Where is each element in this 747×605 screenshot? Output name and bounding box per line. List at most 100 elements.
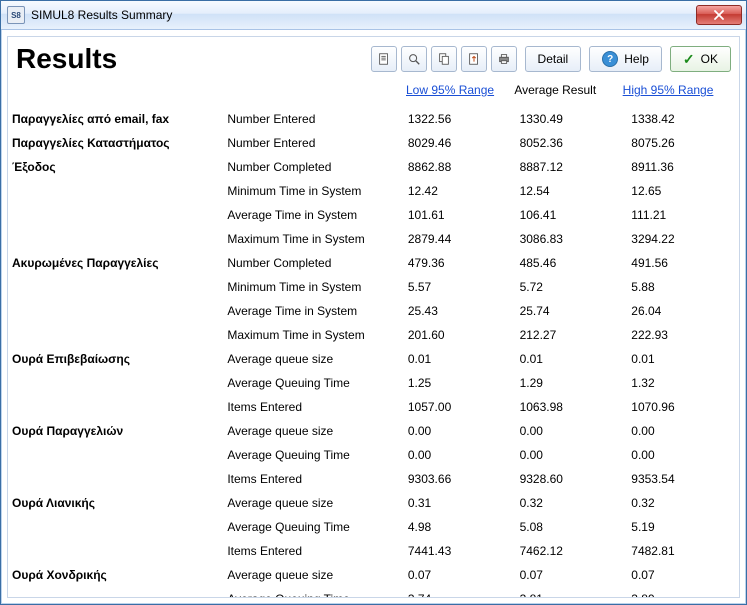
group-cell: Παραγγελίες Καταστήματος xyxy=(8,131,223,155)
low-cell: 201.60 xyxy=(404,323,516,347)
group-cell xyxy=(8,179,223,203)
metric-cell: Average queue size xyxy=(223,419,404,443)
low-cell: 8862.88 xyxy=(404,155,516,179)
avg-cell: 212.27 xyxy=(516,323,628,347)
results-scroll[interactable]: Παραγγελίες από email, faxNumber Entered… xyxy=(8,107,739,597)
group-cell xyxy=(8,539,223,563)
high-cell: 26.04 xyxy=(627,299,739,323)
avg-cell: 9328.60 xyxy=(516,467,628,491)
avg-cell: 1330.49 xyxy=(516,107,628,131)
metric-cell: Average Queuing Time xyxy=(223,515,404,539)
close-button[interactable] xyxy=(696,5,742,25)
group-cell xyxy=(8,395,223,419)
print-button[interactable] xyxy=(491,46,517,72)
table-row: Ουρά ΛιανικήςAverage queue size0.310.320… xyxy=(8,491,739,515)
high-range-link[interactable]: High 95% Range xyxy=(623,83,714,97)
group-cell: Ακυρωμένες Παραγγελίες xyxy=(8,251,223,275)
avg-cell: 5.08 xyxy=(516,515,628,539)
high-cell: 1070.96 xyxy=(627,395,739,419)
high-cell: 12.65 xyxy=(627,179,739,203)
high-cell: 8911.36 xyxy=(627,155,739,179)
table-row: Average Queuing Time1.251.291.32 xyxy=(8,371,739,395)
metric-cell: Average Queuing Time xyxy=(223,443,404,467)
group-cell: Ουρά Χονδρικής xyxy=(8,563,223,587)
table-row: Minimum Time in System12.4212.5412.65 xyxy=(8,179,739,203)
metric-cell: Maximum Time in System xyxy=(223,227,404,251)
high-cell: 5.88 xyxy=(627,275,739,299)
table-row: Average Queuing Time3.743.813.89 xyxy=(8,587,739,597)
metric-cell: Minimum Time in System xyxy=(223,179,404,203)
metric-cell: Average queue size xyxy=(223,491,404,515)
avg-result-header: Average Result xyxy=(514,83,622,97)
group-cell xyxy=(8,443,223,467)
group-cell xyxy=(8,371,223,395)
group-cell xyxy=(8,275,223,299)
table-row: Ακυρωμένες ΠαραγγελίεςNumber Completed47… xyxy=(8,251,739,275)
metric-cell: Average queue size xyxy=(223,563,404,587)
help-icon: ? xyxy=(602,51,618,67)
group-cell: Ουρά Παραγγελιών xyxy=(8,419,223,443)
high-cell: 111.21 xyxy=(627,203,739,227)
group-cell xyxy=(8,323,223,347)
low-cell: 0.00 xyxy=(404,419,516,443)
low-cell: 12.42 xyxy=(404,179,516,203)
help-button[interactable]: ? Help xyxy=(589,46,662,72)
group-cell xyxy=(8,299,223,323)
metric-cell: Average Time in System xyxy=(223,203,404,227)
high-cell: 491.56 xyxy=(627,251,739,275)
copy-icon xyxy=(437,52,451,66)
avg-cell: 106.41 xyxy=(516,203,628,227)
high-cell: 1338.42 xyxy=(627,107,739,131)
metric-cell: Items Entered xyxy=(223,539,404,563)
group-cell xyxy=(8,467,223,491)
low-cell: 1057.00 xyxy=(404,395,516,419)
table-row: Average Queuing Time4.985.085.19 xyxy=(8,515,739,539)
magnifier-icon xyxy=(407,52,421,66)
ok-button[interactable]: ✓ OK xyxy=(670,46,731,72)
window-title: SIMUL8 Results Summary xyxy=(31,8,696,22)
high-cell: 3294.22 xyxy=(627,227,739,251)
avg-cell: 485.46 xyxy=(516,251,628,275)
metric-cell: Number Entered xyxy=(223,131,404,155)
group-cell xyxy=(8,587,223,597)
app-window: S8 SIMUL8 Results Summary Results xyxy=(0,0,747,605)
table-row: Items Entered1057.001063.981070.96 xyxy=(8,395,739,419)
copy-button[interactable] xyxy=(431,46,457,72)
close-icon xyxy=(714,10,724,20)
toolbar: Results Detail ? Help xyxy=(8,37,739,77)
avg-cell: 1.29 xyxy=(516,371,628,395)
export-icon xyxy=(467,52,481,66)
column-headers: Low 95% Range Average Result High 95% Ra… xyxy=(8,77,739,107)
table-row: Maximum Time in System2879.443086.833294… xyxy=(8,227,739,251)
high-cell: 7482.81 xyxy=(627,539,739,563)
avg-cell: 7462.12 xyxy=(516,539,628,563)
table-row: Items Entered7441.437462.127482.81 xyxy=(8,539,739,563)
app-icon: S8 xyxy=(7,6,25,24)
metric-cell: Items Entered xyxy=(223,467,404,491)
copy-text-button[interactable] xyxy=(371,46,397,72)
document-icon xyxy=(377,52,391,66)
metric-cell: Average Time in System xyxy=(223,299,404,323)
avg-cell: 0.00 xyxy=(516,443,628,467)
low-cell: 25.43 xyxy=(404,299,516,323)
avg-cell: 0.00 xyxy=(516,419,628,443)
search-button[interactable] xyxy=(401,46,427,72)
table-row: Average Queuing Time0.000.000.00 xyxy=(8,443,739,467)
ok-label: OK xyxy=(701,52,718,66)
high-cell: 5.19 xyxy=(627,515,739,539)
low-range-link[interactable]: Low 95% Range xyxy=(406,83,494,97)
metric-cell: Maximum Time in System xyxy=(223,323,404,347)
detail-button[interactable]: Detail xyxy=(525,46,582,72)
page-title: Results xyxy=(16,43,117,75)
table-row: Παραγγελίες ΚαταστήματοςNumber Entered 80… xyxy=(8,131,739,155)
printer-icon xyxy=(497,52,511,66)
metric-cell: Number Entered xyxy=(223,107,404,131)
low-cell: 1.25 xyxy=(404,371,516,395)
avg-cell: 5.72 xyxy=(516,275,628,299)
group-cell: Ουρά Λιανικής xyxy=(8,491,223,515)
high-cell: 8075.26 xyxy=(627,131,739,155)
low-cell: 3.74 xyxy=(404,587,516,597)
avg-cell: 0.07 xyxy=(516,563,628,587)
export-button[interactable] xyxy=(461,46,487,72)
group-cell: Έξοδος xyxy=(8,155,223,179)
